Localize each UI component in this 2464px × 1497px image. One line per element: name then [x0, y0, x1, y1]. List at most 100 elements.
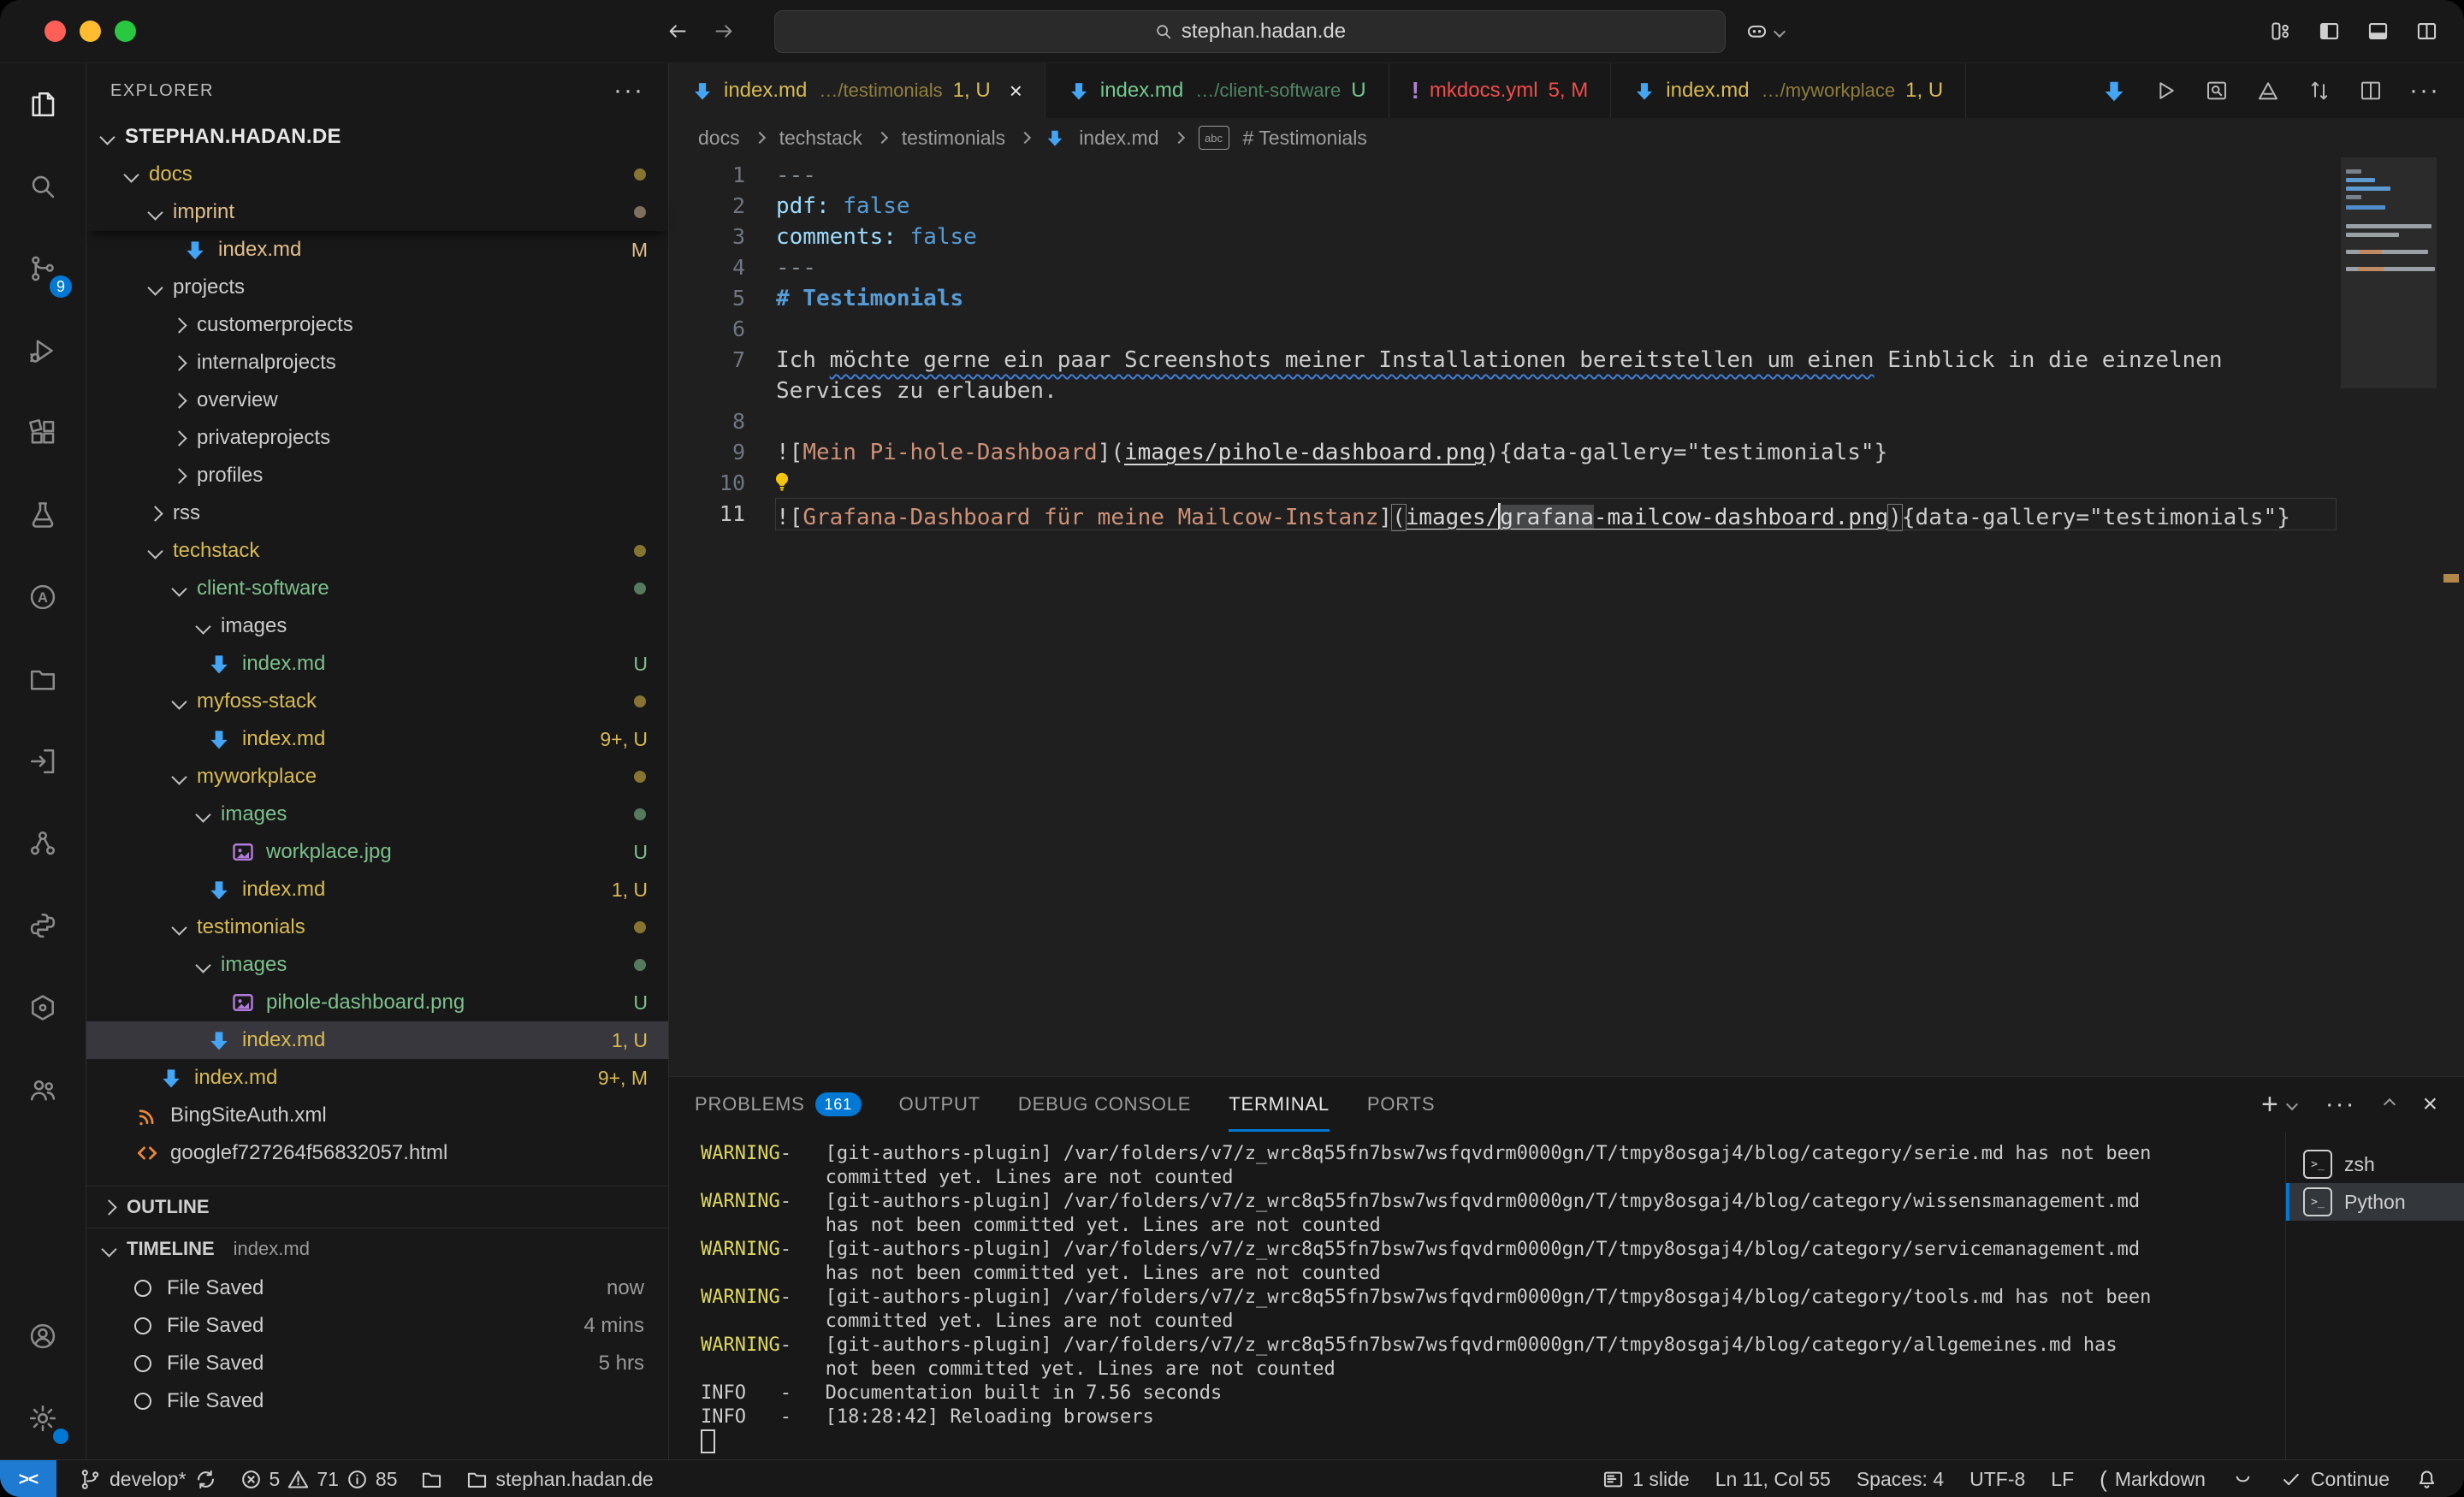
- tree-item-projects[interactable]: projects: [86, 269, 668, 306]
- settings-button[interactable]: [0, 1377, 86, 1459]
- tab-debug-console[interactable]: DEBUG CONSOLE: [1018, 1077, 1191, 1132]
- run-button[interactable]: [2153, 78, 2178, 104]
- tree-item-tm-images[interactable]: images: [86, 946, 668, 984]
- activity-python[interactable]: [0, 885, 86, 967]
- close-window-button[interactable]: [44, 21, 66, 42]
- tab-terminal[interactable]: TERMINAL: [1229, 1077, 1330, 1132]
- chevron-right-icon[interactable]: [171, 317, 187, 333]
- terminal-instance-zsh[interactable]: >_ zsh: [2286, 1145, 2464, 1183]
- tree-item-pihole-png[interactable]: pihole-dashboard.pngU: [86, 984, 668, 1021]
- tab-problems[interactable]: PROBLEMS 161: [695, 1077, 862, 1132]
- tree-item-cs-index[interactable]: index.mdU: [86, 645, 668, 683]
- more-actions-button[interactable]: ···: [2409, 76, 2440, 105]
- tree-item-customerprojects[interactable]: customerprojects: [86, 306, 668, 344]
- minimize-window-button[interactable]: [80, 21, 101, 42]
- chevron-down-icon[interactable]: [171, 769, 187, 784]
- open-preview-side-button[interactable]: [2204, 78, 2230, 104]
- chevron-right-icon[interactable]: [171, 468, 187, 483]
- tab-output[interactable]: OUTPUT: [899, 1077, 980, 1132]
- chevron-right-icon[interactable]: [171, 430, 187, 446]
- chevron-right-icon[interactable]: [147, 506, 163, 521]
- customize-layout-button[interactable]: [2269, 20, 2292, 43]
- tree-item-client-software[interactable]: client-software: [86, 570, 668, 607]
- tab-ports[interactable]: PORTS: [1367, 1077, 1435, 1132]
- panel-more-actions-button[interactable]: ···: [2325, 1090, 2356, 1119]
- eol-indicator[interactable]: LF: [2051, 1468, 2074, 1491]
- copilot-menu[interactable]: [1745, 20, 1784, 43]
- split-editor-button[interactable]: [2358, 78, 2384, 104]
- tab-index-myworkplace[interactable]: index.md …/myworkplace 1, U: [1611, 63, 1966, 118]
- code-area[interactable]: --- pdf: false comments: false --- # Tes…: [776, 157, 2464, 1076]
- activity-live-share[interactable]: [0, 1049, 86, 1131]
- problems-indicator[interactable]: 5 71 85: [240, 1468, 398, 1491]
- back-button[interactable]: [666, 20, 689, 43]
- timeline-entry[interactable]: File Savednow: [86, 1269, 668, 1307]
- breadcrumb-item[interactable]: docs: [698, 127, 740, 150]
- forward-button[interactable]: [713, 20, 736, 43]
- breadcrumb-item[interactable]: # Testimonials: [1243, 127, 1367, 150]
- activity-explorer[interactable]: [0, 63, 86, 145]
- close-panel-button[interactable]: ×: [2423, 1090, 2438, 1119]
- tree-item-docs-index[interactable]: index.md9+, M: [86, 1059, 668, 1097]
- slide-count-indicator[interactable]: 1 slide: [1602, 1468, 1689, 1491]
- command-center[interactable]: stephan.hadan.de: [774, 10, 1726, 53]
- workspace-indicator[interactable]: stephan.hadan.de: [465, 1468, 654, 1491]
- zoom-window-button[interactable]: [115, 21, 136, 42]
- activity-circle-a[interactable]: A: [0, 556, 86, 638]
- chevron-down-icon[interactable]: [147, 204, 163, 220]
- tree-item-myworkplace[interactable]: myworkplace: [86, 758, 668, 796]
- chevron-down-icon[interactable]: [171, 694, 187, 709]
- activity-testing[interactable]: [0, 474, 86, 556]
- toggle-secondary-sidebar-button[interactable]: [2415, 20, 2438, 43]
- chevron-down-icon[interactable]: [195, 957, 210, 973]
- tab-index-client-software[interactable]: index.md …/client-software U: [1045, 63, 1389, 118]
- toggle-panel-button[interactable]: [2366, 20, 2390, 43]
- breadcrumb-item[interactable]: techstack: [779, 127, 862, 150]
- tree-item-internalprojects[interactable]: internalprojects: [86, 344, 668, 382]
- chevron-down-icon[interactable]: [147, 543, 163, 559]
- continue-indicator[interactable]: Continue: [2280, 1468, 2390, 1491]
- chevron-down-icon[interactable]: [99, 129, 115, 145]
- chevron-right-icon[interactable]: [171, 355, 187, 370]
- terminal-output[interactable]: WARNING-[git-authors-plugin] /var/folder…: [669, 1132, 2285, 1459]
- editor-pane[interactable]: 12 34 56 7 89 1011 --- pdf: false commen…: [669, 157, 2464, 1076]
- activity-source-control[interactable]: 9: [0, 228, 86, 310]
- breadcrumb-item[interactable]: index.md: [1079, 127, 1158, 150]
- tree-item-privateprojects[interactable]: privateprojects: [86, 419, 668, 457]
- accounts-button[interactable]: [0, 1295, 86, 1377]
- tree-item-imprint-index[interactable]: index.mdM: [86, 231, 668, 269]
- tab-index-testimonials[interactable]: index.md …/testimonials 1, U ×: [669, 63, 1045, 118]
- outline-section-header[interactable]: OUTLINE: [86, 1186, 668, 1228]
- chevron-down-icon[interactable]: [171, 920, 187, 935]
- cursor-position-indicator[interactable]: Ln 11, Col 55: [1715, 1468, 1831, 1491]
- chevron-down-icon[interactable]: [147, 280, 163, 295]
- tree-item-mw-index[interactable]: index.md1, U: [86, 871, 668, 908]
- timeline-entry[interactable]: File Saved: [86, 1382, 668, 1420]
- minimap-slider[interactable]: [2341, 157, 2437, 388]
- tree-item-bingsiteauth[interactable]: BingSiteAuth.xml: [86, 1097, 668, 1134]
- terminal-dropdown-chevron[interactable]: [2286, 1098, 2298, 1110]
- indentation-indicator[interactable]: Spaces: 4: [1857, 1468, 1944, 1491]
- tree-item-workplace-jpg[interactable]: workplace.jpgU: [86, 833, 668, 871]
- tree-item-overview[interactable]: overview: [86, 382, 668, 419]
- timeline-section-header[interactable]: TIMELINE index.md: [86, 1228, 668, 1269]
- chevron-down-icon[interactable]: [195, 618, 210, 634]
- activity-hexagon[interactable]: [0, 967, 86, 1049]
- lightbulb-icon[interactable]: [771, 470, 793, 493]
- folder-indicator[interactable]: [420, 1468, 443, 1491]
- markdown-preview-button[interactable]: [2255, 78, 2281, 104]
- notifications-bell[interactable]: [2415, 1468, 2438, 1491]
- language-mode-indicator[interactable]: ( Markdown: [2100, 1466, 2206, 1493]
- tree-item-cs-images[interactable]: images: [86, 607, 668, 645]
- tab-mkdocs-yml[interactable]: ! mkdocs.yml 5, M: [1389, 63, 1612, 118]
- tree-item-mw-images[interactable]: images: [86, 796, 668, 833]
- tree-item-techstack[interactable]: techstack: [86, 532, 668, 570]
- tree-item-myfoss-stack[interactable]: myfoss-stack: [86, 683, 668, 720]
- remote-indicator[interactable]: ><: [0, 1460, 56, 1497]
- breadcrumb-item[interactable]: testimonials: [902, 127, 1005, 150]
- tree-item-docs[interactable]: docs: [86, 156, 668, 193]
- activity-search[interactable]: [0, 145, 86, 228]
- close-tab-button[interactable]: ×: [1010, 78, 1022, 104]
- new-terminal-button[interactable]: +: [2261, 1090, 2279, 1119]
- activity-extensions[interactable]: [0, 392, 86, 474]
